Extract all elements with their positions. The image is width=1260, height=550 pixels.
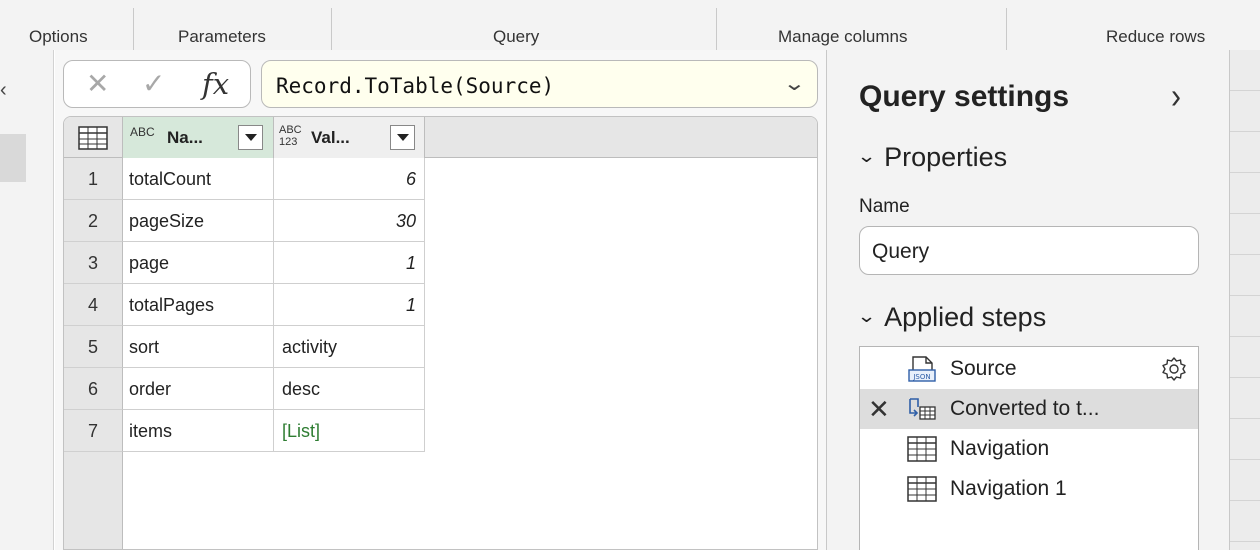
cell-value[interactable]: 1 xyxy=(274,242,425,284)
svg-text:JSON: JSON xyxy=(912,373,930,381)
cell-value-list-link[interactable]: [List] xyxy=(274,410,425,452)
cell-name[interactable]: sort xyxy=(123,326,274,368)
table-icon[interactable] xyxy=(78,126,108,150)
row-number[interactable]: 1 xyxy=(64,158,123,200)
editor-main: ✕ ✓ fx Record.ToTable(Source) ⌄ ABC Na..… xyxy=(55,50,826,550)
ribbon-group-manage-columns[interactable]: Manage columns xyxy=(778,27,907,47)
column-header-value[interactable]: ABC 123 Val... xyxy=(274,117,425,158)
table-menu-button[interactable] xyxy=(64,117,123,158)
gear-icon[interactable] xyxy=(1160,355,1188,383)
cell-value[interactable]: activity xyxy=(274,326,425,368)
delete-step-icon[interactable]: ✕ xyxy=(868,395,890,423)
row-number[interactable]: 6 xyxy=(64,368,123,410)
column-title-name: Na... xyxy=(167,128,203,147)
table-row: 3 page 1 xyxy=(64,242,425,284)
ribbon-separator xyxy=(716,8,717,50)
table-icon xyxy=(907,476,937,502)
applied-steps-label: Applied steps xyxy=(884,302,1047,332)
grid-header: ABC Na... ABC 123 Val... xyxy=(64,117,817,158)
chevron-down-icon: ⌄ xyxy=(856,306,877,326)
chevron-right-icon[interactable]: › xyxy=(1171,77,1181,118)
cell-value[interactable]: 6 xyxy=(274,158,425,200)
chevron-down-icon[interactable]: ⌄ xyxy=(783,71,806,96)
applied-steps-section-toggle[interactable]: ⌄ Applied steps xyxy=(856,302,1047,333)
query-name-value[interactable]: Query xyxy=(872,240,929,264)
cell-name[interactable]: order xyxy=(123,368,274,410)
selected-query-indicator[interactable] xyxy=(0,134,26,182)
row-number[interactable]: 5 xyxy=(64,326,123,368)
step-label: Source xyxy=(950,357,1017,380)
table-row: 1 totalCount 6 xyxy=(64,158,425,200)
applied-steps-list: JSON Source ✕ Converted to t... Navigati… xyxy=(859,346,1199,550)
column-title-value: Val... xyxy=(311,128,350,147)
column-filter-button[interactable] xyxy=(238,125,263,150)
step-navigation[interactable]: Navigation xyxy=(860,429,1198,469)
name-label: Name xyxy=(859,196,910,217)
table-row: 7 items [List] xyxy=(64,410,425,452)
any-type-icon[interactable]: ABC 123 xyxy=(279,124,303,148)
query-name-input[interactable]: Query xyxy=(859,226,1199,275)
step-label: Navigation 1 xyxy=(950,477,1067,500)
chevron-down-icon: ⌄ xyxy=(856,146,877,166)
right-edge-grid-strip xyxy=(1229,50,1260,550)
cell-value[interactable]: desc xyxy=(274,368,425,410)
check-icon[interactable]: ✓ xyxy=(142,69,165,99)
cell-name[interactable]: items xyxy=(123,410,274,452)
ribbon-separator xyxy=(133,8,134,50)
properties-label: Properties xyxy=(884,142,1008,172)
chevron-left-icon[interactable]: ‹ xyxy=(0,80,7,100)
query-settings-pane: Query settings › ⌄ Properties Name Query … xyxy=(826,50,1229,550)
table-row: 5 sort activity xyxy=(64,326,425,368)
queries-pane-collapsed: ‹ xyxy=(0,50,54,550)
formula-bar: ✕ ✓ fx Record.ToTable(Source) ⌄ xyxy=(63,60,818,108)
ribbon: Options Parameters Query Manage columns … xyxy=(0,0,1260,50)
close-icon[interactable]: ✕ xyxy=(86,69,109,99)
step-navigation-1[interactable]: Navigation 1 xyxy=(860,469,1198,509)
column-header-name[interactable]: ABC Na... xyxy=(123,117,274,158)
table-icon xyxy=(907,436,937,462)
json-icon: JSON xyxy=(908,356,936,382)
query-settings-title: Query settings xyxy=(859,80,1070,113)
text-type-icon[interactable]: ABC xyxy=(130,126,155,138)
cell-name[interactable]: totalCount xyxy=(123,158,274,200)
row-number[interactable]: 4 xyxy=(64,284,123,326)
convert-table-icon xyxy=(909,398,936,420)
ribbon-separator xyxy=(1006,8,1007,50)
step-label: Navigation xyxy=(950,437,1050,460)
ribbon-group-parameters[interactable]: Parameters xyxy=(178,27,266,47)
fx-icon[interactable]: fx xyxy=(202,67,229,101)
step-converted-to-table[interactable]: ✕ Converted to t... xyxy=(860,389,1198,429)
column-filter-button[interactable] xyxy=(390,125,415,150)
cell-name[interactable]: pageSize xyxy=(123,200,274,242)
row-number[interactable]: 7 xyxy=(64,410,123,452)
table-row: 6 order desc xyxy=(64,368,425,410)
dropdown-arrow-icon xyxy=(245,134,257,141)
row-number[interactable]: 3 xyxy=(64,242,123,284)
cell-name[interactable]: totalPages xyxy=(123,284,274,326)
ribbon-group-reduce-rows[interactable]: Reduce rows xyxy=(1106,27,1205,47)
properties-section-toggle[interactable]: ⌄ Properties xyxy=(856,142,1008,173)
ribbon-group-options[interactable]: Options xyxy=(29,27,88,47)
cell-name[interactable]: page xyxy=(123,242,274,284)
table-row: 4 totalPages 1 xyxy=(64,284,425,326)
formula-input[interactable]: Record.ToTable(Source) ⌄ xyxy=(261,60,818,108)
step-source[interactable]: JSON Source xyxy=(860,349,1198,389)
ribbon-separator xyxy=(331,8,332,50)
formula-actions: ✕ ✓ fx xyxy=(63,60,251,108)
ribbon-group-query[interactable]: Query xyxy=(493,27,539,47)
row-number[interactable]: 2 xyxy=(64,200,123,242)
step-label: Converted to t... xyxy=(950,397,1100,420)
cell-value[interactable]: 30 xyxy=(274,200,425,242)
dropdown-arrow-icon xyxy=(397,134,409,141)
table-row: 2 pageSize 30 xyxy=(64,200,425,242)
formula-text[interactable]: Record.ToTable(Source) xyxy=(276,74,554,98)
data-grid: ABC Na... ABC 123 Val... 1 totalCount 6 … xyxy=(63,116,818,550)
cell-value[interactable]: 1 xyxy=(274,284,425,326)
